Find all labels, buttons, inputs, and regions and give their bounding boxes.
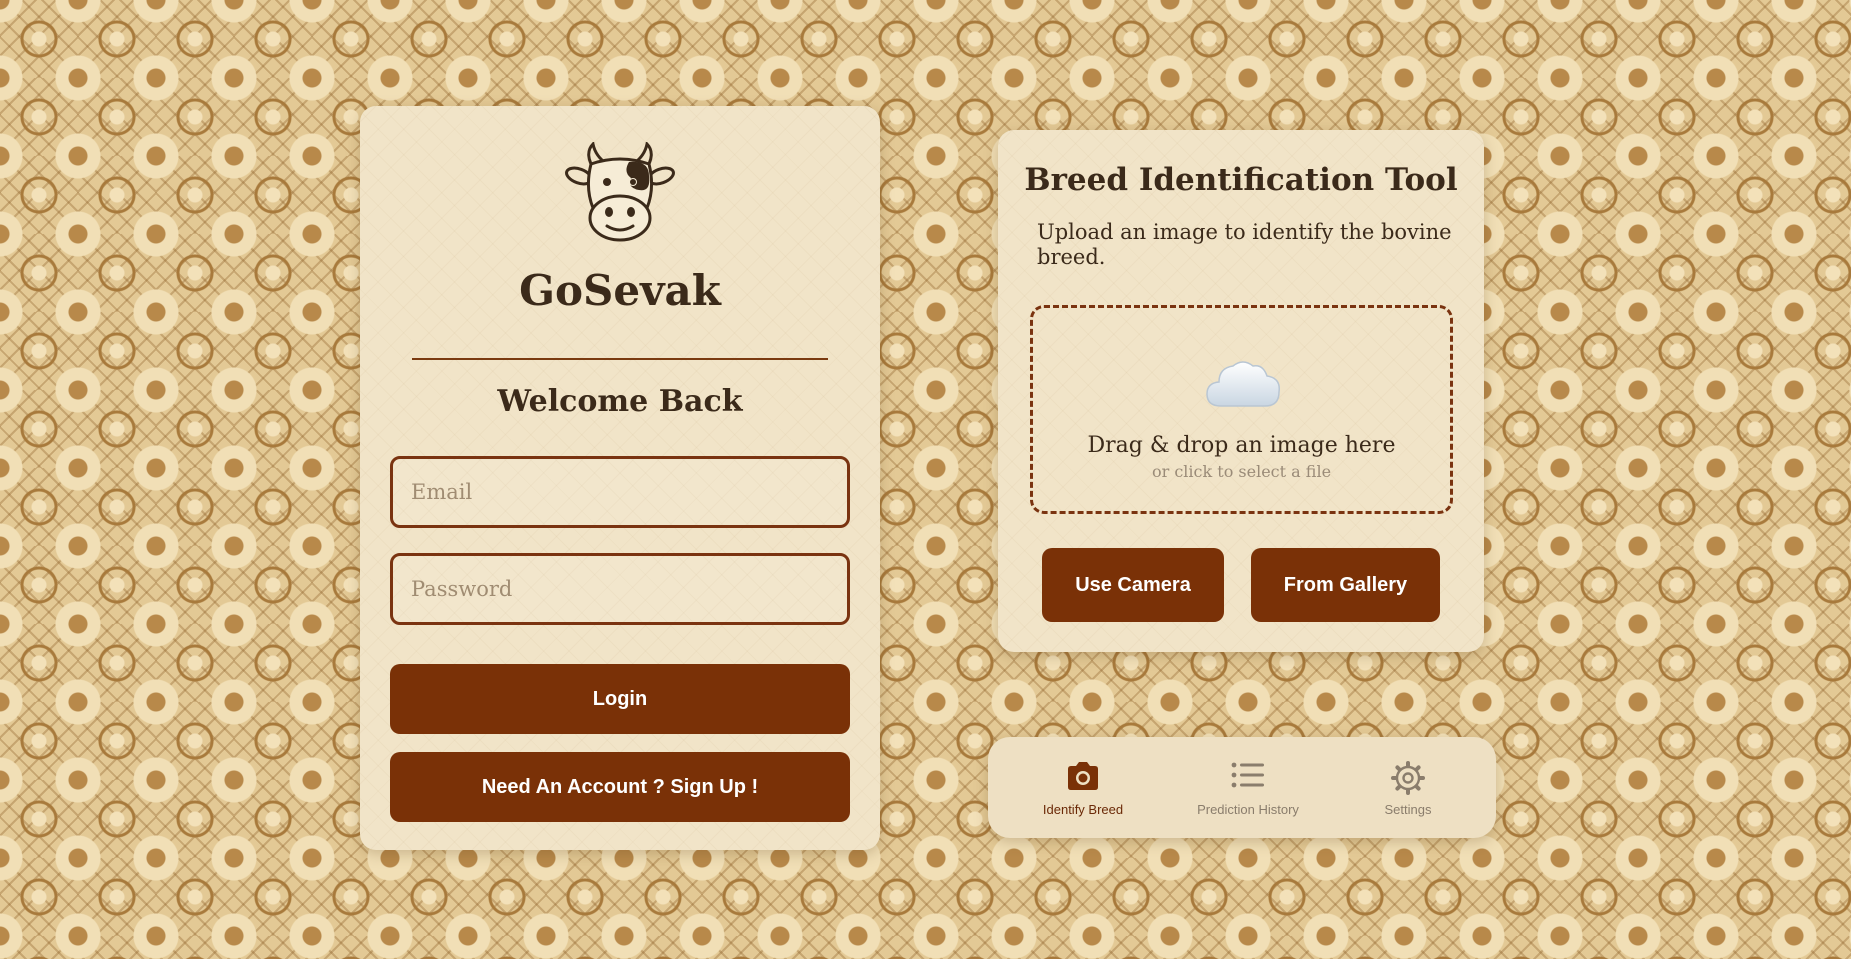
divider	[412, 358, 828, 360]
login-card: GoSevak Welcome Back Login Need An Accou…	[360, 106, 880, 850]
dropzone-label: Drag & drop an image here	[1087, 433, 1396, 458]
bottom-navigation: Identify Breed Prediction History Settin…	[988, 737, 1496, 838]
breed-identification-card: Breed Identification Tool Upload an imag…	[998, 130, 1484, 652]
nav-item-settings[interactable]: Settings	[1358, 737, 1458, 838]
cloud-icon	[1206, 361, 1280, 407]
welcome-heading: Welcome Back	[497, 384, 743, 419]
cow-icon	[565, 142, 675, 242]
list-icon	[1231, 762, 1264, 788]
email-field[interactable]	[390, 456, 850, 528]
nav-item-identify-breed[interactable]: Identify Breed	[1018, 737, 1148, 838]
camera-icon	[1068, 762, 1098, 790]
nav-label: Identify Breed	[1042, 802, 1124, 817]
dropzone-hint: or click to select a file	[1151, 462, 1332, 481]
nav-label: Prediction History	[1197, 802, 1299, 817]
breed-tool-subtitle: Upload an image to identify the bovine b…	[1037, 220, 1452, 269]
image-dropzone[interactable]: Drag & drop an image here or click to se…	[1030, 305, 1453, 514]
app-name: GoSevak	[519, 266, 721, 315]
gear-icon	[1391, 761, 1425, 795]
from-gallery-button[interactable]: From Gallery	[1251, 548, 1440, 622]
use-camera-button[interactable]: Use Camera	[1042, 548, 1224, 622]
signup-button[interactable]: Need An Account ? Sign Up !	[390, 752, 850, 822]
login-button[interactable]: Login	[390, 664, 850, 734]
nav-label: Settings	[1384, 802, 1432, 817]
breed-tool-title: Breed Identification Tool	[1024, 162, 1458, 198]
nav-item-prediction-history[interactable]: Prediction History	[1173, 737, 1323, 838]
password-field[interactable]	[390, 553, 850, 625]
